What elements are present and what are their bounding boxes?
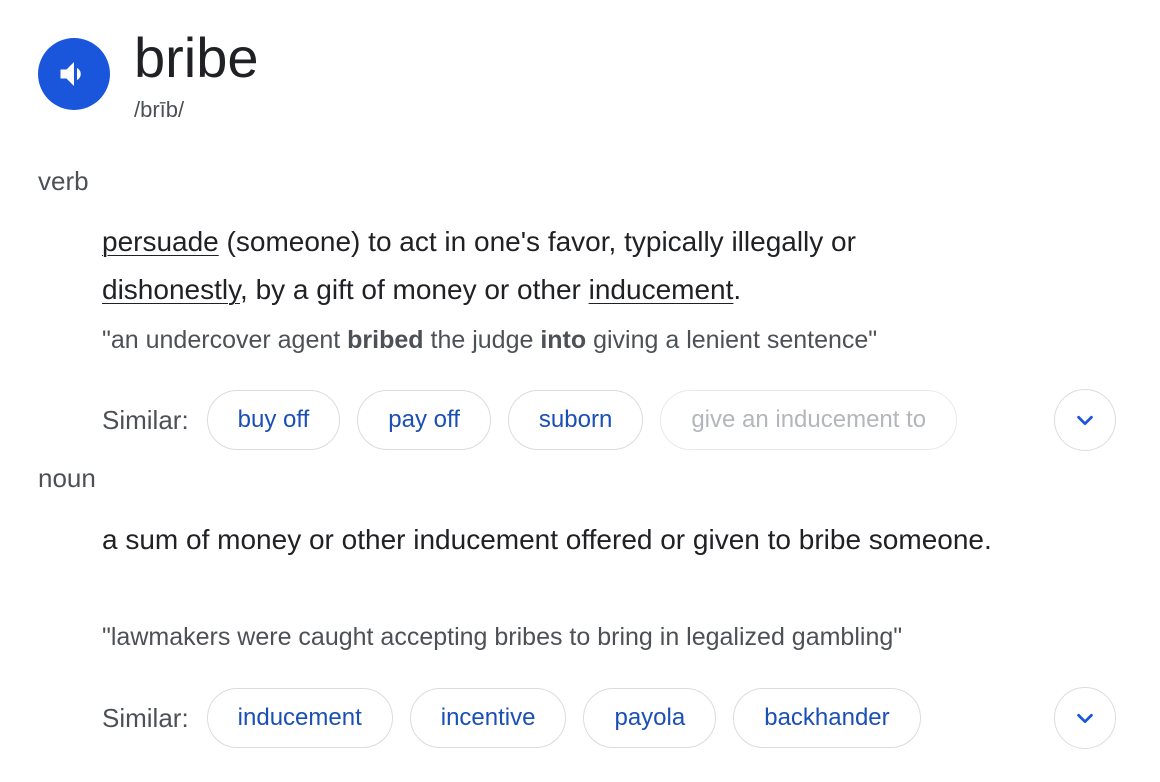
- speaker-icon: [60, 62, 81, 86]
- part-of-speech-verb: verb: [38, 166, 89, 196]
- similar-label: Similar:: [102, 702, 189, 733]
- definition-text: , by a gift of money or other: [240, 274, 589, 305]
- chevron-down-icon: [1077, 713, 1093, 724]
- example-bold: bribed: [347, 326, 424, 354]
- part-of-speech-noun: noun: [38, 463, 96, 493]
- definition-link-dishonestly[interactable]: dishonestly: [102, 274, 240, 305]
- expand-similar-button[interactable]: [1054, 687, 1116, 749]
- example-bold: into: [540, 326, 587, 354]
- similar-chip-suborn[interactable]: suborn: [507, 390, 644, 450]
- noun-definition: a sum of money or other inducement offer…: [102, 524, 992, 555]
- definition-link-persuade[interactable]: persuade: [102, 226, 219, 257]
- similar-chip-backhander[interactable]: backhander: [733, 688, 921, 748]
- headword: bribe: [134, 26, 259, 89]
- similar-chip-inducement[interactable]: inducement: [206, 688, 393, 748]
- similar-chip-give-an-inducement-to[interactable]: give an inducement to: [660, 390, 958, 450]
- expand-similar-button[interactable]: [1054, 389, 1116, 451]
- chevron-down-icon: [1077, 415, 1093, 426]
- example-text: "an undercover agent: [102, 326, 348, 354]
- definition-link-inducement[interactable]: inducement: [589, 274, 734, 305]
- similar-chip-incentive[interactable]: incentive: [409, 688, 567, 748]
- definition-text: (someone) to act in one's favor, typical…: [218, 226, 856, 257]
- verb-similar-row: Similar: buy off pay off suborn give an …: [102, 388, 1116, 452]
- verb-definition: persuade (someone) to act in one's favor…: [102, 218, 1002, 314]
- noun-example: "lawmakers were caught accepting bribes …: [102, 623, 903, 651]
- definition-text: .: [733, 274, 742, 305]
- noun-similar-row: Similar: inducement incentive payola bac…: [102, 686, 1116, 750]
- phonetic-spelling: /brīb/: [134, 97, 185, 122]
- similar-chip-buy-off[interactable]: buy off: [206, 390, 341, 450]
- similar-chip-payola[interactable]: payola: [583, 688, 717, 748]
- example-text: the judge: [423, 326, 541, 354]
- similar-label: Similar:: [102, 404, 189, 435]
- pronunciation-button[interactable]: [38, 38, 110, 110]
- verb-example: "an undercover agent bribed the judge in…: [102, 325, 877, 355]
- example-text: giving a lenient sentence": [586, 326, 878, 354]
- similar-chip-pay-off[interactable]: pay off: [357, 390, 491, 450]
